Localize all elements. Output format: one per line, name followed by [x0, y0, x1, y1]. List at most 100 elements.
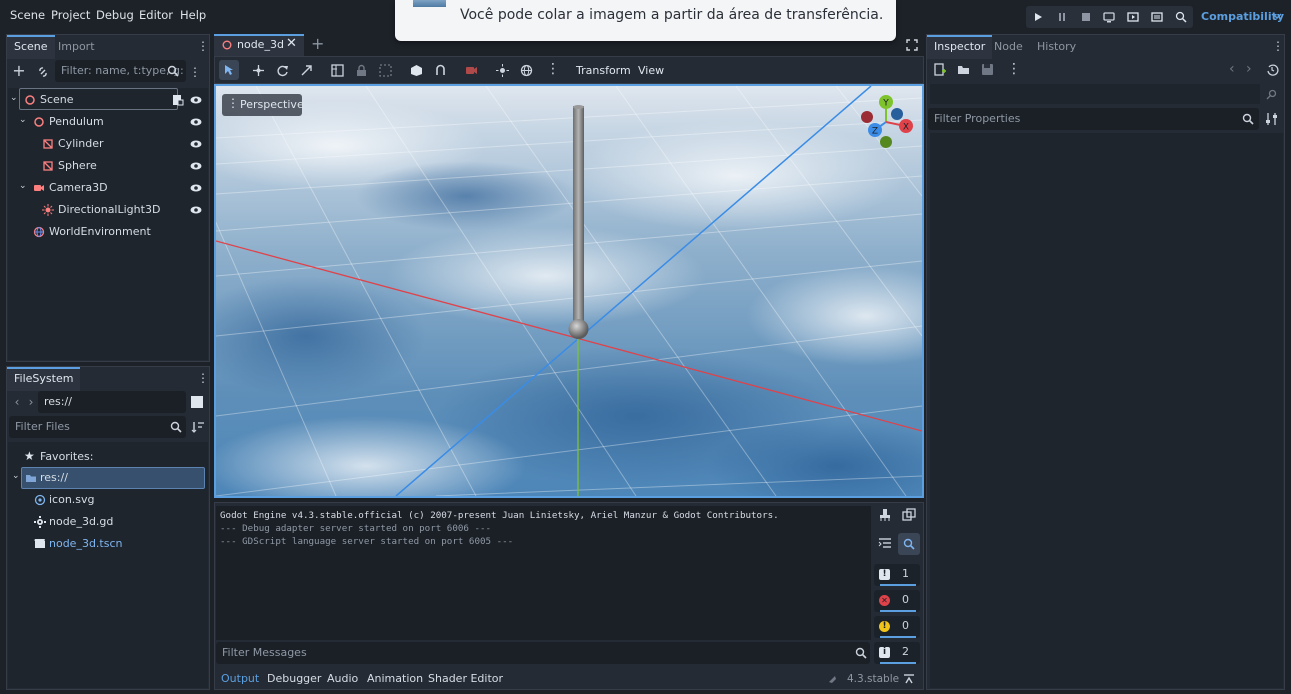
menu-debug[interactable]: Debug [96, 8, 134, 22]
search-icon [170, 421, 182, 433]
scale-tool-icon[interactable] [300, 64, 313, 77]
path-field[interactable]: res:// [38, 391, 186, 413]
sun-preview-icon[interactable] [496, 64, 509, 77]
scene-tree-item[interactable]: Pendulum [49, 111, 104, 133]
close-icon[interactable]: ✕ [286, 36, 297, 51]
new-resource-icon[interactable] [933, 63, 946, 76]
tab-inspector[interactable]: Inspector [927, 35, 993, 59]
chevron-down-icon[interactable] [1272, 12, 1282, 20]
rotate-tool-icon[interactable] [276, 64, 289, 77]
expand-arrow-icon[interactable]: ⌄ [12, 471, 20, 481]
dock-menu-icon[interactable]: ⋮ [197, 38, 209, 54]
add-node-icon[interactable]: + [11, 63, 27, 79]
editor-tabbar: node_3d ✕ + [214, 34, 924, 56]
fs-item[interactable]: node_3d.gd [49, 511, 113, 533]
local-space-icon[interactable] [410, 64, 423, 77]
scene-tree-item[interactable]: Scene [40, 89, 74, 111]
tab-animation[interactable]: Animation [367, 672, 423, 685]
tab-scene[interactable]: Scene [7, 35, 55, 59]
clear-output-icon[interactable] [878, 508, 892, 522]
object-history-icon[interactable] [1266, 63, 1279, 76]
menu-editor[interactable]: Editor [139, 8, 173, 22]
filter-warnings-button[interactable]: ! 0 [874, 616, 920, 638]
instance-scene-icon[interactable] [36, 65, 50, 79]
visibility-eye-icon[interactable] [190, 160, 202, 172]
visibility-eye-icon[interactable] [190, 94, 202, 106]
transform-menu[interactable]: Transform [576, 64, 631, 77]
dock-menu-icon[interactable]: ⋮ [197, 370, 209, 386]
scene-tree-item[interactable]: DirectionalLight3D [58, 199, 160, 221]
play-icon[interactable] [1032, 11, 1044, 23]
pin-panel-icon[interactable] [903, 673, 915, 685]
collapse-icon[interactable] [878, 537, 892, 551]
fs-item[interactable]: res:// [40, 467, 68, 489]
play-scene-icon[interactable] [1127, 11, 1139, 23]
split-mode-icon[interactable] [191, 396, 203, 408]
visibility-eye-icon[interactable] [190, 138, 202, 150]
tab-audio[interactable]: Audio [327, 672, 358, 685]
tab-output[interactable]: Output [221, 672, 259, 685]
expand-arrow-icon[interactable]: ⌄ [10, 93, 18, 103]
more-options-icon[interactable]: ⋮ [546, 61, 560, 77]
perspective-menu[interactable]: ⋮ Perspective [222, 94, 304, 116]
lock-icon[interactable] [355, 64, 368, 77]
visibility-eye-icon[interactable] [190, 116, 202, 128]
scene-tree-item[interactable]: Cylinder [58, 133, 104, 155]
pause-icon[interactable] [1056, 11, 1068, 23]
history-back-icon[interactable]: ‹ [1229, 61, 1235, 77]
menu-scene[interactable]: Scene [10, 8, 45, 22]
select-tool-button[interactable] [219, 60, 239, 80]
camera-preview-icon[interactable] [465, 64, 478, 77]
scene-tree-item[interactable]: WorldEnvironment [49, 221, 151, 243]
inspector-options-icon[interactable]: ⋮ [1007, 61, 1021, 77]
scene-tree-item[interactable]: Camera3D [49, 177, 108, 199]
tab-import[interactable]: Import [51, 37, 102, 57]
filter-files-input[interactable]: Filter Files [9, 416, 186, 438]
filter-info-button[interactable]: i 2 [874, 642, 920, 664]
history-forward-icon[interactable]: › [1246, 61, 1252, 77]
inspector-settings-icon[interactable] [1265, 112, 1279, 126]
filter-messages-input[interactable]: Filter Messages [216, 642, 870, 664]
visibility-eye-icon[interactable] [190, 182, 202, 194]
scene-options-icon[interactable]: ⋮ [189, 64, 201, 80]
group-icon[interactable] [379, 64, 392, 77]
filter-properties-input[interactable]: Filter Properties [928, 108, 1259, 130]
distraction-free-icon[interactable] [906, 39, 918, 51]
move-tool-icon[interactable] [252, 64, 265, 77]
tab-shader-editor[interactable]: Shader Editor [428, 672, 503, 685]
movie-maker-icon[interactable] [1175, 11, 1187, 23]
tab-history[interactable]: History [1030, 37, 1083, 57]
dock-menu-icon[interactable]: ⋮ [1272, 38, 1284, 54]
menu-help[interactable]: Help [180, 8, 206, 22]
forward-icon[interactable]: › [23, 394, 39, 410]
search-toggle-button[interactable] [898, 533, 920, 555]
tab-filesystem[interactable]: FileSystem [7, 367, 81, 391]
fs-item[interactable]: icon.svg [49, 489, 95, 511]
copy-icon[interactable] [902, 508, 916, 522]
filter-errors-button[interactable]: ✕ 0 [874, 590, 920, 612]
filter-messages-button[interactable]: ! 1 [874, 564, 920, 586]
menu-project[interactable]: Project [51, 8, 90, 22]
script-icon[interactable] [172, 94, 184, 106]
view-menu[interactable]: View [638, 64, 664, 77]
snap-icon[interactable] [434, 64, 447, 77]
fs-item[interactable]: node_3d.tscn [49, 533, 123, 555]
sort-icon[interactable] [191, 420, 205, 434]
scene-tree-item[interactable]: Sphere [58, 155, 97, 177]
save-resource-icon[interactable] [981, 63, 994, 76]
expand-arrow-icon[interactable]: ⌄ [19, 181, 27, 191]
object-properties-icon[interactable] [1266, 87, 1279, 100]
add-scene-tab-icon[interactable]: + [311, 34, 324, 53]
stop-icon[interactable] [1080, 11, 1092, 23]
viewport-3d[interactable]: Y X Z ⋮ Perspective [214, 84, 924, 498]
open-resource-icon[interactable] [957, 63, 970, 76]
expand-arrow-icon[interactable]: ⌄ [19, 115, 27, 125]
play-custom-scene-icon[interactable] [1151, 11, 1163, 23]
ruler-tool-icon[interactable] [331, 64, 344, 77]
tab-debugger[interactable]: Debugger [267, 672, 321, 685]
remote-deploy-icon[interactable] [1103, 11, 1115, 23]
environment-preview-icon[interactable] [520, 64, 533, 77]
tab-node[interactable]: Node [987, 37, 1030, 57]
tab-node-3d[interactable]: node_3d ✕ [214, 34, 304, 56]
visibility-eye-icon[interactable] [190, 204, 202, 216]
